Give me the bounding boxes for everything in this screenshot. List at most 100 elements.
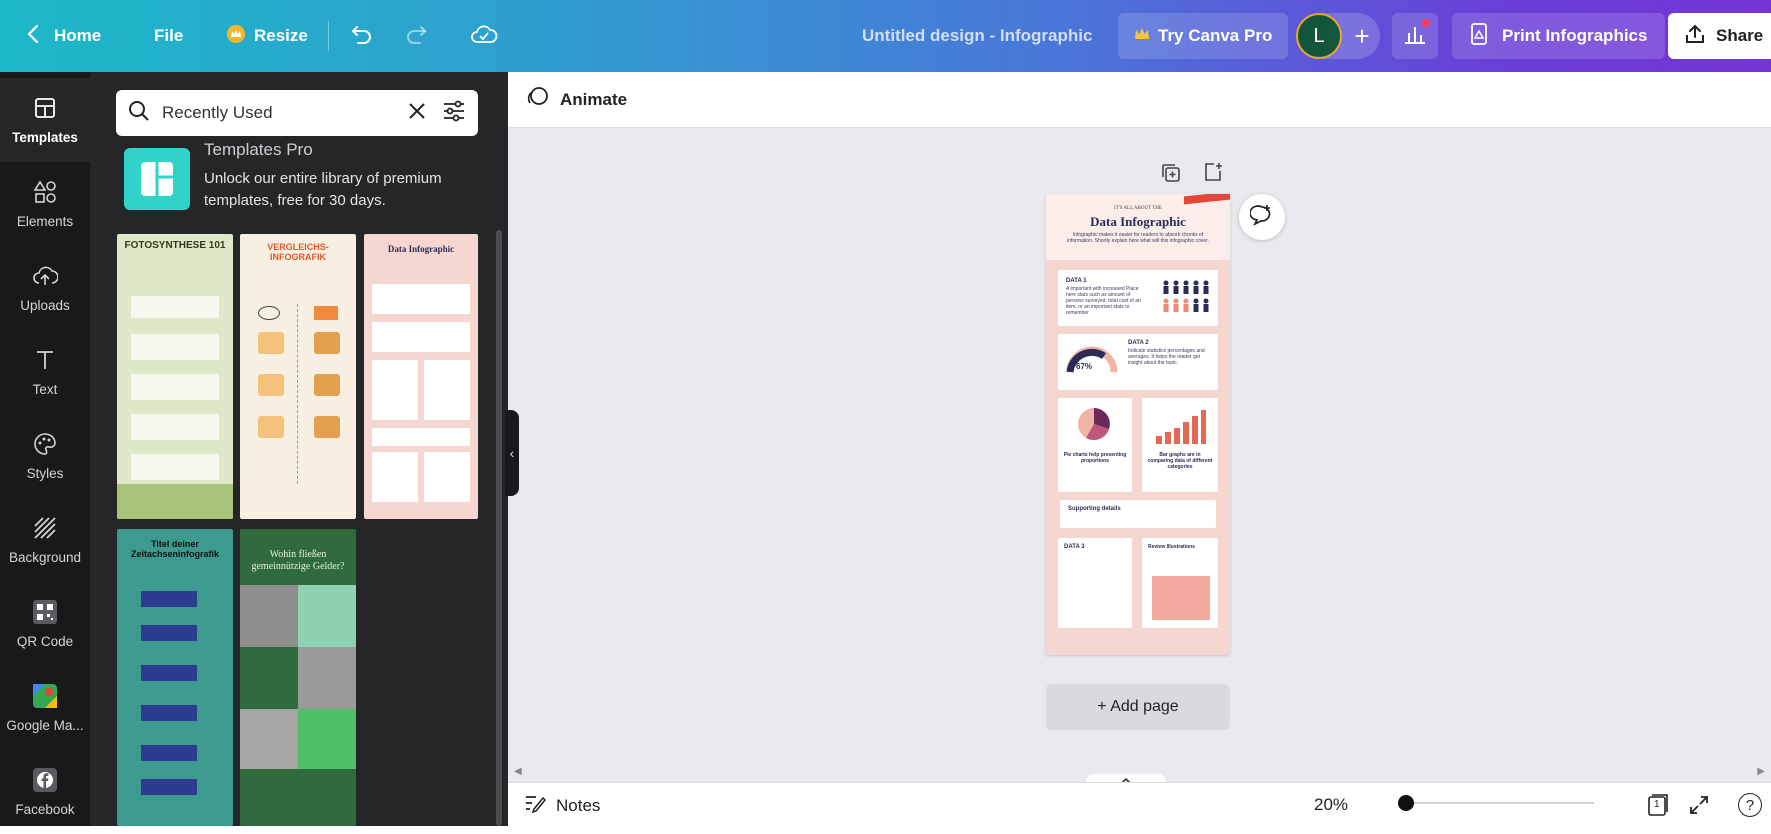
add-comment-button[interactable] — [1239, 194, 1285, 240]
data2-text: Indicate statistics percentages and aver… — [1128, 348, 1205, 366]
print-product-icon — [1470, 22, 1488, 51]
page-count-label: 1 — [1654, 799, 1660, 810]
thumb-timeline-item — [141, 745, 197, 761]
thumb-leaves — [117, 484, 233, 519]
thumb-timeline-item — [141, 705, 197, 721]
rail-item-templates[interactable]: Templates — [0, 78, 90, 162]
search-icon — [128, 100, 150, 127]
template-thumb-vergleichs[interactable]: VERGLEICHS-INFOGRAFIK — [240, 234, 356, 519]
template-title: Wohin fließen gemeinnützige Gelder? — [251, 549, 345, 572]
thumb-badge — [258, 306, 280, 320]
thumb-panel — [298, 585, 356, 647]
filter-sliders-icon[interactable] — [442, 100, 466, 127]
zoom-slider-track — [1398, 802, 1594, 804]
thumb-block — [131, 334, 219, 360]
thumb-photo — [240, 709, 298, 769]
search-input[interactable] — [162, 103, 396, 123]
percent-label: 67% — [1076, 362, 1093, 371]
collapse-panel-handle[interactable]: ‹ — [505, 410, 519, 496]
design-title[interactable]: Untitled design - Infographic — [862, 0, 1092, 72]
bar-caption: Bar graphs are in comparing data of diff… — [1147, 452, 1213, 470]
template-thumb-wohin[interactable]: Wohin fließen gemeinnützige Gelder? — [240, 529, 356, 826]
rail-label: QR Code — [16, 634, 74, 649]
thumb-block — [131, 414, 219, 440]
design-title-label: Untitled design - Infographic — [862, 26, 1093, 45]
undo-button[interactable] — [350, 0, 374, 72]
template-search-bar — [116, 90, 478, 136]
file-menu-button[interactable]: File — [154, 0, 183, 72]
design-page[interactable]: IT'S ALL ABOUT THE Data Infographic Info… — [1046, 194, 1230, 655]
templates-pro-promo[interactable]: Templates Pro Unlock our entire library … — [124, 136, 484, 224]
fullscreen-icon[interactable] — [1688, 794, 1710, 821]
bar-chart-graphic — [1154, 406, 1206, 451]
rail-item-elements[interactable]: Elements — [0, 162, 90, 246]
cloud-save-button[interactable] — [470, 0, 498, 72]
crown-icon — [226, 24, 246, 49]
redo-button[interactable] — [404, 0, 428, 72]
animate-label: Animate — [560, 89, 628, 109]
resize-button[interactable]: Resize — [226, 0, 308, 72]
data2-card: DATA 2 Indicate statistics percentages a… — [1058, 334, 1218, 390]
template-thumb-fotosynthese[interactable]: FOTOSYNTHESE 101 — [117, 234, 233, 519]
template-thumb-data-infographic[interactable]: Data Infographic — [364, 234, 478, 519]
rail-label: Templates — [12, 130, 78, 145]
pie-caption: Pie charts help presenting proportions — [1063, 452, 1127, 464]
review-card: Review Illustrations — [1142, 538, 1218, 628]
rail-item-text[interactable]: Text — [0, 330, 90, 414]
rail-label: Background — [8, 550, 82, 565]
share-label: Share — [1716, 26, 1764, 45]
data1-text: A important with increased Place here st… — [1066, 286, 1141, 316]
notes-button[interactable]: Notes — [524, 793, 600, 818]
zoom-slider-thumb[interactable] — [1398, 795, 1414, 811]
crown-icon — [1134, 26, 1150, 46]
panel-scrollbar[interactable] — [496, 230, 502, 826]
rail-item-facebook[interactable]: Facebook — [0, 750, 90, 834]
notification-dot — [1422, 19, 1430, 27]
try-canva-pro-button[interactable]: Try Canva Pro — [1118, 0, 1289, 72]
scroll-left-arrow-icon[interactable]: ◀ — [514, 766, 522, 777]
add-collaborator-button[interactable]: + — [1348, 22, 1376, 50]
animate-icon — [526, 85, 550, 114]
thumb-photo — [240, 585, 298, 647]
avatar[interactable]: L — [1296, 13, 1342, 59]
rail-item-styles[interactable]: Styles — [0, 414, 90, 498]
add-page-icon[interactable] — [1202, 161, 1224, 188]
data1-heading: DATA 1 — [1066, 278, 1087, 284]
side-rail: Templates Elements Uploads Text Styles B… — [0, 72, 90, 826]
supporting-details-card: Supporting details — [1060, 500, 1216, 528]
help-icon[interactable]: ? — [1738, 793, 1762, 817]
print-infographics-button[interactable]: Print Infographics — [1452, 0, 1666, 72]
duplicate-page-icon[interactable] — [1160, 162, 1182, 189]
insights-button[interactable] — [1392, 0, 1438, 72]
page-kicker: IT'S ALL ABOUT THE — [1114, 206, 1162, 211]
rail-label: Styles — [26, 466, 64, 481]
rail-item-qr-code[interactable]: QR Code — [0, 582, 90, 666]
divider — [328, 0, 329, 72]
people-icon — [1162, 280, 1210, 321]
scroll-right-arrow-icon[interactable]: ▶ — [1757, 766, 1765, 777]
zoom-percent[interactable]: 20% — [1314, 795, 1348, 815]
animate-button[interactable]: Animate — [526, 85, 627, 114]
home-button[interactable]: Home — [26, 0, 101, 72]
zoom-slider[interactable] — [1398, 793, 1598, 813]
template-title: VERGLEICHS-INFOGRAFIK — [267, 242, 329, 262]
canvas-area: Animate IT'S ALL ABOUT THE Data Infograp… — [508, 72, 1771, 826]
thumb-block — [131, 454, 219, 480]
share-button[interactable]: Share — [1668, 0, 1771, 72]
thumb-timeline-item — [141, 779, 197, 795]
add-page-button[interactable]: + Add page — [1046, 684, 1230, 730]
chevron-left-icon: ‹ — [509, 445, 515, 461]
qr-code-icon — [32, 599, 58, 628]
rail-item-background[interactable]: Background — [0, 498, 90, 582]
file-label: File — [154, 26, 184, 45]
supporting-heading: Supporting details — [1068, 506, 1121, 512]
background-pattern-icon — [32, 515, 58, 544]
thumb-illustration — [314, 332, 340, 354]
try-pro-label: Try Canva Pro — [1158, 26, 1273, 45]
resize-label: Resize — [254, 26, 308, 45]
template-thumb-zeitachsen[interactable]: Titel deiner Zeitachseninfografik — [117, 529, 233, 826]
rail-item-google-maps[interactable]: Google Ma... — [0, 666, 90, 750]
clear-search-icon[interactable] — [408, 102, 426, 125]
rail-item-uploads[interactable]: Uploads — [0, 246, 90, 330]
top-bar: Home File Resize Untitled design - Infog… — [0, 0, 1771, 72]
